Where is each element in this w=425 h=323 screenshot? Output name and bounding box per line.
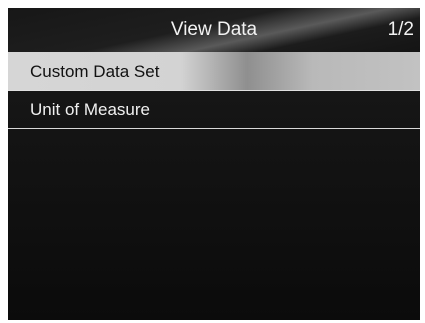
title-bar: View Data 1/2 <box>8 8 420 52</box>
menu-item-custom-data-set[interactable]: Custom Data Set <box>8 52 420 91</box>
menu-list: Custom Data Set Unit of Measure <box>8 52 420 129</box>
menu-item-label: Unit of Measure <box>30 100 150 119</box>
menu-item-unit-of-measure[interactable]: Unit of Measure <box>8 91 420 129</box>
menu-item-label: Custom Data Set <box>30 62 160 81</box>
page-indicator: 1/2 <box>387 19 414 40</box>
device-screen: View Data 1/2 Custom Data Set Unit of Me… <box>8 8 420 320</box>
page-title: View Data <box>170 19 258 40</box>
